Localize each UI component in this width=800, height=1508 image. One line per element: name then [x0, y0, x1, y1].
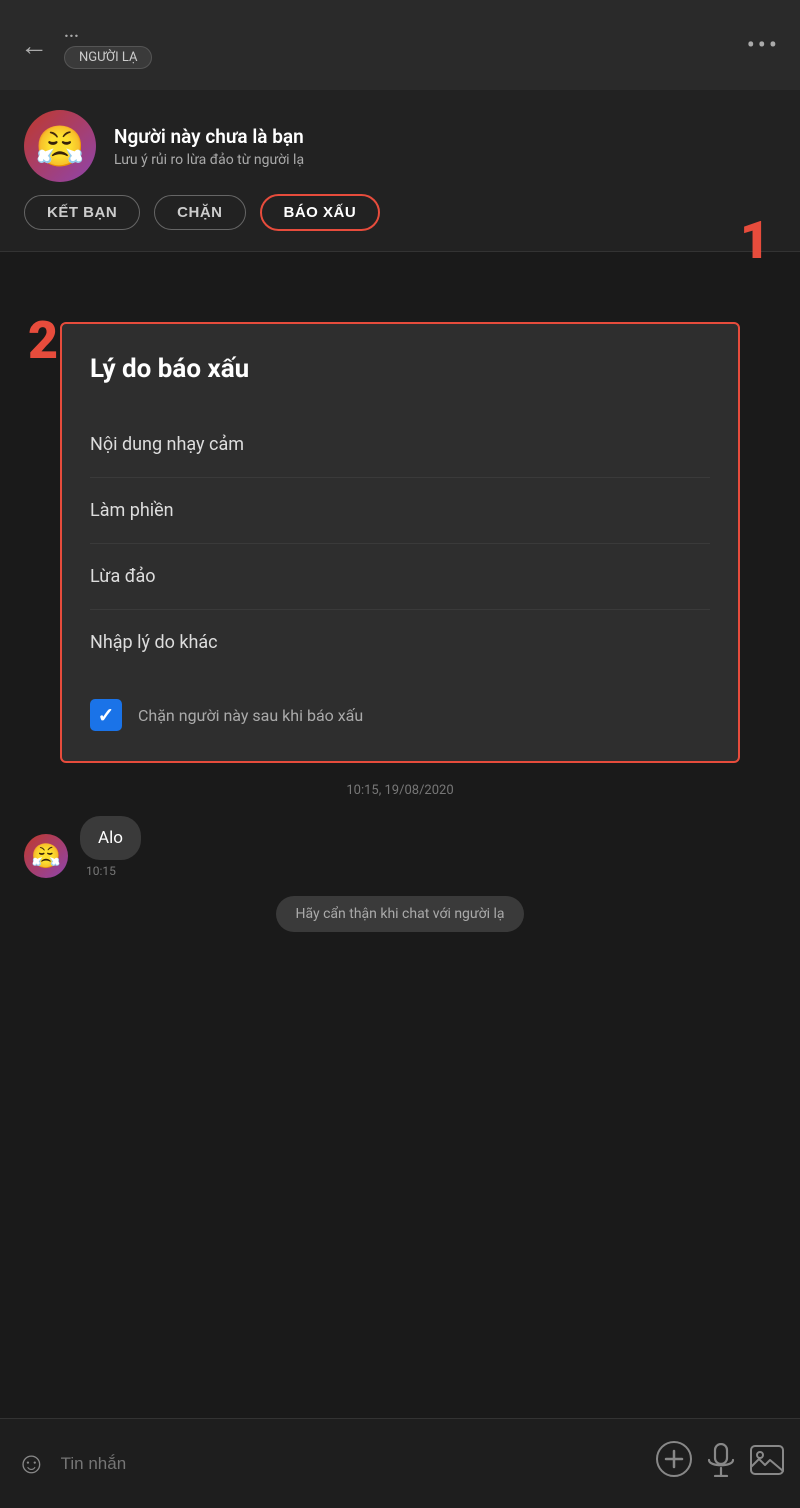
image-icon[interactable] [750, 1445, 784, 1483]
reason-item-other[interactable]: Nhập lý do khác [90, 610, 710, 675]
profile-row: 😤 Người này chưa là bạn Lưu ý rủi ro lừa… [24, 110, 776, 182]
header-username: ... [64, 21, 152, 42]
step-number-1: 1 [740, 210, 770, 271]
chat-area: 10:15, 19/08/2020 😤 Alo 10:15 Hãy cẩn th… [0, 763, 800, 952]
action-buttons: KẾT BẠN CHẶN BÁO XẤU [24, 194, 776, 231]
back-button[interactable]: ← [20, 29, 48, 62]
add-button[interactable] [656, 1441, 692, 1486]
stranger-badge: NGƯỜI LẠ [64, 46, 152, 69]
profile-banner: 😤 Người này chưa là bạn Lưu ý rủi ro lừa… [0, 90, 800, 252]
message-time: 10:15 [80, 864, 141, 878]
system-message-wrapper: Hãy cẩn thận khi chat với người lạ [24, 896, 776, 932]
reason-item-annoy[interactable]: Làm phiền [90, 478, 710, 544]
sender-avatar: 😤 [24, 834, 68, 878]
emoji-icon[interactable]: ☺ [16, 1446, 47, 1481]
profile-warning: Lưu ý rủi ro lừa đảo từ người lạ [114, 152, 304, 168]
block-after-report-checkbox[interactable] [90, 699, 122, 731]
message-bubble: Alo [80, 816, 141, 860]
block-button[interactable]: CHẶN [154, 195, 245, 230]
reason-list: Nội dung nhạy cảm Làm phiền Lừa đảo Nhập… [90, 412, 710, 675]
message-input[interactable] [61, 1454, 642, 1474]
report-button[interactable]: BÁO XẤU [260, 194, 381, 231]
block-after-report-label: Chặn người này sau khi báo xấu [138, 706, 363, 725]
profile-info: Người này chưa là bạn Lưu ý rủi ro lừa đ… [114, 125, 304, 168]
dialog-title: Lý do báo xấu [90, 354, 710, 384]
reason-item-scam[interactable]: Lừa đảo [90, 544, 710, 610]
chat-timestamp: 10:15, 19/08/2020 [24, 783, 776, 798]
bottom-bar: ☺ [0, 1418, 800, 1508]
reason-item-sensitive[interactable]: Nội dung nhạy cảm [90, 412, 710, 478]
avatar: 😤 [24, 110, 96, 182]
step-number-2: 2 [28, 310, 58, 371]
message-row-other: 😤 Alo 10:15 [24, 816, 776, 878]
message-bubble-wrapper: Alo 10:15 [80, 816, 141, 878]
mic-icon[interactable] [706, 1443, 736, 1485]
header-name-area: ... NGƯỜI LẠ [64, 21, 152, 69]
profile-name: Người này chưa là bạn [114, 125, 304, 148]
add-friend-button[interactable]: KẾT BẠN [24, 195, 140, 230]
block-after-report-row: Chặn người này sau khi báo xấu [90, 699, 710, 731]
report-dialog: Lý do báo xấu Nội dung nhạy cảm Làm phiề… [60, 322, 740, 763]
system-message: Hãy cẩn thận khi chat với người lạ [276, 896, 525, 932]
header-left: ← ... NGƯỜI LẠ [20, 21, 152, 69]
more-options-button[interactable]: ••• [747, 31, 780, 59]
header: ← ... NGƯỜI LẠ ••• [0, 0, 800, 90]
